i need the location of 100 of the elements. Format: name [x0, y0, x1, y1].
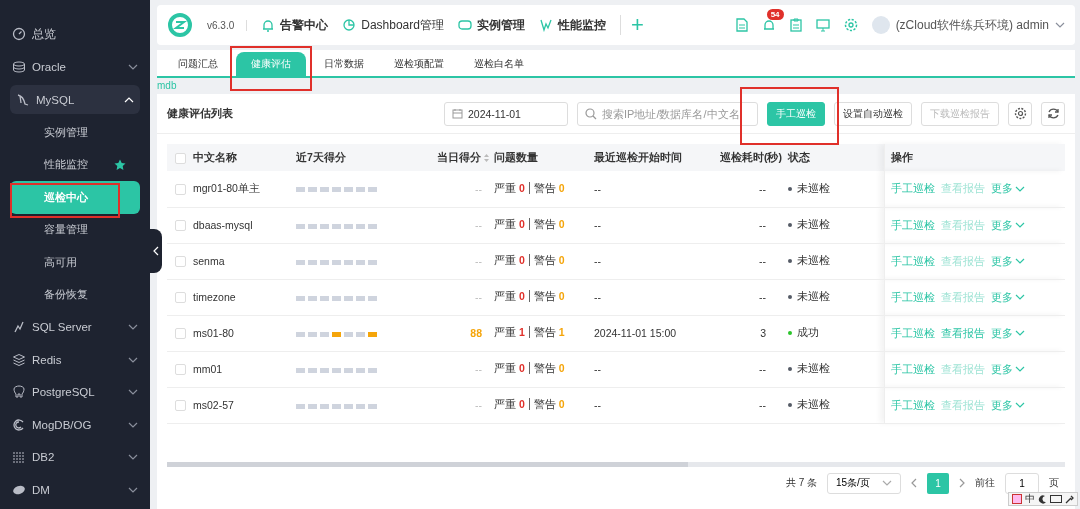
table-cell: -- [759, 363, 766, 375]
date-field[interactable]: 2024-11-01 [444, 101, 568, 126]
chevron-left-icon [153, 246, 159, 256]
menu-item[interactable]: 容量管理 [10, 213, 140, 246]
menu-item[interactable]: Redis [6, 343, 144, 376]
menu-item[interactable]: 备份恢复 [10, 278, 140, 311]
caret-icon [1014, 330, 1025, 336]
menu-item[interactable]: 性能监控 [10, 148, 140, 181]
issue-label: 警告 [528, 181, 559, 194]
issue-count: 1 [558, 326, 565, 338]
table-cell: -- [759, 399, 766, 411]
ime-toolbar[interactable]: 中 [1008, 492, 1078, 506]
issue-count: 0 [518, 398, 525, 410]
chevron-right-icon[interactable] [959, 478, 965, 488]
tab[interactable]: 日常数据 [309, 52, 379, 76]
table-cell: mgr01-80单主 [193, 181, 260, 194]
user-name[interactable]: (zCloud软件练兵环境) admin [895, 16, 1049, 34]
caret-icon [128, 63, 138, 70]
status-text: 未巡检 [797, 218, 830, 232]
checkbox[interactable] [175, 292, 186, 304]
caret-icon [1014, 258, 1025, 264]
settings-icon[interactable] [843, 18, 858, 32]
issue-label: 严重 [494, 290, 517, 302]
page-size-select[interactable]: 15条/页 [827, 472, 901, 494]
table-cell: 3 [760, 327, 766, 339]
issue-label: 警告 [528, 290, 559, 302]
menu-item[interactable]: PostgreSQL [6, 376, 144, 409]
goto-label: 页 [1049, 476, 1059, 490]
database-icon [457, 18, 472, 32]
menu-item[interactable]: 实例管理 [10, 116, 140, 149]
document-icon[interactable] [735, 18, 748, 32]
table-cell: -- [759, 291, 766, 303]
checkbox[interactable] [175, 364, 186, 376]
bell-icon [261, 18, 276, 32]
issue-count: 0 [558, 362, 565, 374]
table-cell: senma [193, 255, 225, 267]
menu-item[interactable]: DM [6, 473, 144, 506]
issue-label: 警告 [528, 398, 559, 410]
bell-icon[interactable] [761, 18, 776, 32]
table-cell: -- [594, 291, 601, 303]
version-label: v6.3.0 [207, 19, 248, 31]
tab[interactable]: 问题汇总 [163, 52, 233, 76]
status-text: 未巡检 [797, 362, 830, 376]
table-cell: -- [594, 219, 601, 231]
issue-count: 0 [518, 290, 525, 302]
table-cell: -- [475, 255, 482, 267]
status-text: 成功 [797, 326, 819, 340]
collapse-button[interactable] [150, 229, 162, 273]
menu-item[interactable]: DB2 [6, 441, 144, 474]
menu-item[interactable]: Oracle [6, 50, 144, 83]
chevron-left-icon[interactable] [911, 478, 917, 488]
table-cell: -- [594, 182, 601, 195]
count-badge: 54 [766, 9, 784, 20]
ime-mode[interactable]: 中 [1025, 492, 1035, 506]
table-cell: -- [475, 291, 482, 303]
checkbox[interactable] [175, 220, 186, 232]
checkbox[interactable] [175, 256, 186, 268]
nav-link[interactable]: 性能监控 [538, 16, 606, 34]
tab[interactable]: 巡检白名单 [459, 52, 539, 76]
nav-link[interactable]: Dashboard管理 [342, 16, 444, 34]
nav-link[interactable]: 告警中心 [261, 16, 329, 34]
menu-item[interactable]: SQL Server [6, 311, 144, 344]
settings-button[interactable] [1008, 101, 1032, 126]
search-field[interactable]: 搜索IP地址/数据库名/中文名 [577, 101, 758, 126]
menu-item[interactable]: 总览 [6, 18, 144, 51]
refresh-button[interactable] [1041, 101, 1065, 126]
button[interactable]: 设置自动巡检 [834, 101, 912, 126]
issue-label: 警告 [528, 326, 559, 338]
page-input[interactable]: 1 [1005, 472, 1039, 494]
issue-count: 0 [558, 218, 565, 230]
caret-icon [1055, 22, 1065, 28]
menu-item[interactable]: 高可用 [10, 246, 140, 279]
menu-item[interactable]: MySQL [10, 85, 140, 114]
caret-icon [128, 324, 138, 331]
status-text: 未巡检 [797, 181, 830, 196]
stripes-icon [12, 450, 26, 465]
gauge-icon [12, 27, 26, 42]
caret-icon [128, 356, 138, 363]
table-cell: ms02-57 [193, 399, 234, 411]
table-cell: -- [759, 255, 766, 267]
issue-label: 警告 [528, 218, 559, 230]
table-cell: timezone [193, 291, 236, 303]
clipboard-icon[interactable] [789, 18, 802, 32]
column-header: 问题数量 [494, 150, 538, 163]
sort-icon[interactable] [483, 152, 490, 163]
issue-count: 0 [558, 398, 565, 410]
nav-link[interactable]: 实例管理 [457, 16, 525, 34]
checkbox[interactable] [175, 400, 186, 412]
checkbox[interactable] [175, 328, 186, 340]
checkbox[interactable] [175, 152, 186, 164]
column-header: 最近巡检开始时间 [594, 150, 682, 163]
table-cell: -- [594, 363, 601, 375]
menu-item[interactable]: MogDB/OG [6, 408, 144, 441]
scrollbar-thumb[interactable] [167, 462, 688, 467]
logo-icon [167, 12, 193, 38]
checkbox[interactable] [175, 184, 186, 196]
monitor-icon[interactable] [815, 18, 830, 32]
tab[interactable]: 巡检项配置 [379, 52, 459, 76]
issue-label: 严重 [494, 326, 517, 338]
status-text: 未巡检 [797, 290, 830, 304]
